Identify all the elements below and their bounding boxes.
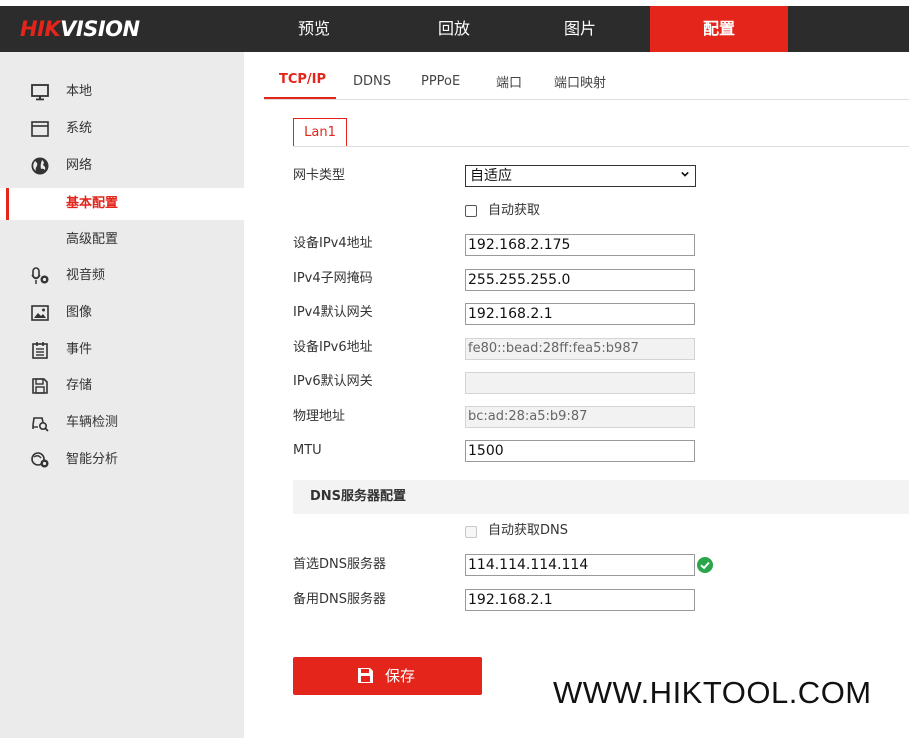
sidebar-item-label: 存储 [66, 378, 93, 393]
ipv6-address-input: fe80::bead:28ff:fea5:b987 [465, 338, 695, 360]
ipv4-address-input[interactable]: 192.168.2.175 [465, 234, 695, 256]
nav-configuration[interactable]: 配置 [650, 6, 788, 52]
sidebar-item-video-audio[interactable]: 视音频 [0, 260, 244, 292]
sidebar-item-label: 系统 [66, 121, 93, 136]
hikvision-logo: HIKVISION [20, 17, 140, 41]
sidebar-item-label: 高级配置 [66, 232, 119, 247]
watermark-text: WWW.HIKTOOL.COM [553, 675, 872, 710]
sidebar-item-label: 车辆检测 [66, 415, 119, 430]
mtu-label: MTU [293, 443, 322, 458]
image-icon [31, 305, 49, 321]
sidebar-item-advanced-config[interactable]: 高级配置 [0, 224, 244, 256]
tab-ddns[interactable]: DDNS [353, 66, 391, 98]
nic-type-label: 网卡类型 [293, 168, 346, 183]
mac-address-input: bc:ad:28:a5:b9:87 [465, 406, 695, 428]
calendar-icon [32, 342, 48, 359]
save-icon [32, 378, 48, 394]
sidebar-item-label: 事件 [66, 342, 93, 357]
chevron-down-icon [681, 171, 689, 177]
ipv6-address-label: 设备IPv6地址 [293, 340, 373, 355]
sidebar-item-label: 视音频 [66, 268, 106, 283]
smart-analysis-icon [31, 452, 49, 468]
mtu-input[interactable]: 1500 [465, 440, 695, 462]
sidebar-item-label: 网络 [66, 158, 93, 173]
tab-tcpip[interactable]: TCP/IP [279, 64, 326, 96]
window-icon [31, 121, 49, 137]
tab-lan1[interactable]: Lan1 [293, 118, 347, 146]
sidebar-item-event[interactable]: 事件 [0, 334, 244, 366]
sidebar-item-basic-config[interactable]: 基本配置 [0, 188, 244, 220]
monitor-icon [31, 84, 49, 101]
dns-section-header: DNS服务器配置 [293, 480, 909, 514]
sidebar-item-network[interactable]: 网络 [0, 150, 244, 182]
nic-type-select[interactable]: 自适应 [465, 165, 696, 187]
active-tab-underline [264, 97, 336, 99]
ipv4-mask-label: IPv4子网掩码 [293, 271, 373, 286]
alternate-dns-input[interactable]: 192.168.2.1 [465, 589, 695, 611]
auto-dns-label: 自动获取DNS [488, 523, 568, 538]
ipv4-gateway-label: IPv4默认网关 [293, 305, 373, 320]
tab-port-mapping[interactable]: 端口映射 [554, 68, 606, 100]
sidebar-item-label: 基本配置 [66, 196, 119, 211]
sidebar-item-smart-analysis[interactable]: 智能分析 [0, 444, 244, 476]
sidebar-item-label: 本地 [66, 84, 93, 99]
save-button-label: 保存 [385, 667, 416, 685]
nic-type-value: 自适应 [470, 168, 512, 184]
tab-pppoe[interactable]: PPPoE [421, 66, 460, 98]
preferred-dns-input[interactable]: 114.114.114.114 [465, 554, 695, 576]
globe-icon [31, 157, 49, 175]
save-icon [358, 668, 373, 683]
sidebar: 本地 系统 网络 基本配置 高级配置 视音频 图像 事件 存储 车辆检测 智能分… [0, 52, 244, 738]
ipv4-address-label: 设备IPv4地址 [293, 236, 373, 251]
ipv4-mask-input[interactable]: 255.255.255.0 [465, 269, 695, 291]
vehicle-search-icon [32, 417, 49, 432]
ipv4-gateway-input[interactable]: 192.168.2.1 [465, 303, 695, 325]
save-button[interactable]: 保存 [293, 657, 482, 695]
check-circle-icon [697, 557, 713, 573]
tab-divider [264, 99, 909, 100]
sidebar-item-system[interactable]: 系统 [0, 113, 244, 145]
nav-playback[interactable]: 回放 [384, 6, 524, 52]
sidebar-item-storage[interactable]: 存储 [0, 370, 244, 402]
sidebar-item-image[interactable]: 图像 [0, 297, 244, 329]
ipv6-gateway-input [465, 372, 695, 394]
sidebar-item-local[interactable]: 本地 [0, 76, 244, 108]
alternate-dns-label: 备用DNS服务器 [293, 592, 386, 607]
top-bar: HIKVISION 预览 回放 图片 配置 [0, 0, 909, 52]
auto-obtain-checkbox[interactable] [465, 205, 477, 217]
nav-preview[interactable]: 预览 [244, 6, 384, 52]
camera-audio-icon [31, 267, 49, 284]
nav-picture[interactable]: 图片 [510, 6, 650, 52]
preferred-dns-label: 首选DNS服务器 [293, 557, 386, 572]
dns-section-title: DNS服务器配置 [310, 489, 407, 504]
sidebar-item-vehicle-detection[interactable]: 车辆检测 [0, 407, 244, 439]
sidebar-item-label: 智能分析 [66, 452, 119, 467]
sidebar-item-label: 图像 [66, 305, 93, 320]
auto-obtain-label: 自动获取 [488, 203, 541, 218]
auto-dns-checkbox [465, 526, 477, 538]
tab-port[interactable]: 端口 [496, 68, 522, 100]
active-indicator [6, 188, 9, 220]
lan-divider [293, 146, 909, 147]
mac-address-label: 物理地址 [293, 409, 346, 424]
ipv6-gateway-label: IPv6默认网关 [293, 374, 373, 389]
